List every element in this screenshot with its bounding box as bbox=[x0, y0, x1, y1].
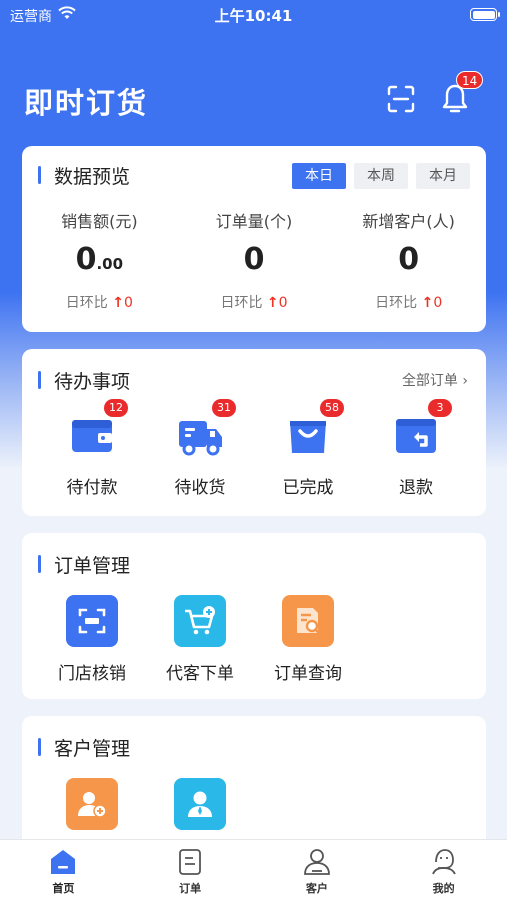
todo-label: 退款 bbox=[399, 478, 433, 498]
count-badge: 58 bbox=[320, 399, 344, 417]
todo-label: 已完成 bbox=[282, 478, 334, 498]
stat-new-customers: 新增客户(人) 0 日环比 ↑0 bbox=[331, 208, 486, 312]
arrow-up-icon: ↑ bbox=[266, 295, 279, 311]
tab-label: 我的 bbox=[432, 882, 455, 895]
todo-pending-receipt[interactable]: 31 待收货 bbox=[146, 399, 254, 498]
customer-list-button[interactable] bbox=[146, 778, 254, 830]
stat-label: 订单量(个) bbox=[215, 212, 293, 231]
add-customer-icon bbox=[66, 778, 118, 830]
stat-ratio: 日环比 ↑0 bbox=[375, 295, 443, 311]
stat-label: 销售额(元) bbox=[61, 212, 138, 231]
tab-home[interactable]: 首页 bbox=[0, 840, 127, 900]
arrow-up-icon: ↑ bbox=[421, 295, 434, 311]
todo-label: 待付款 bbox=[66, 478, 118, 498]
todo-completed[interactable]: 58 已完成 bbox=[254, 399, 362, 498]
tab-label: 首页 bbox=[52, 882, 75, 895]
todo-label: 待收货 bbox=[174, 478, 226, 498]
all-orders-link[interactable]: 全部订单 › bbox=[402, 370, 468, 390]
order-mgmt-label: 代客下单 bbox=[166, 664, 234, 684]
cart-add-icon bbox=[174, 595, 226, 647]
stat-value: 0.00 bbox=[75, 242, 124, 277]
count-badge: 31 bbox=[212, 399, 236, 417]
todo-title: 待办事项 bbox=[38, 367, 130, 394]
stat-value: 0 bbox=[243, 242, 265, 277]
notification-badge: 14 bbox=[456, 71, 484, 89]
order-management-card: 订单管理 门店核销 代客下单 订单查询 bbox=[22, 533, 486, 699]
order-query-button[interactable]: 订单查询 bbox=[254, 595, 362, 684]
refund-icon: 3 bbox=[392, 399, 452, 459]
customer-list-icon bbox=[174, 778, 226, 830]
add-customer-button[interactable] bbox=[38, 778, 146, 830]
todo-card: 待办事项 全部订单 › 12 待付款 31 待收货 58 已完成 3 退款 bbox=[22, 349, 486, 516]
tab-this-month[interactable]: 本月 bbox=[416, 163, 470, 189]
tab-label: 订单 bbox=[179, 882, 202, 895]
overview-title: 数据预览 bbox=[38, 162, 130, 189]
place-order-for-customer-button[interactable]: 代客下单 bbox=[146, 595, 254, 684]
bottom-tab-bar: 首页 订单 客户 我的 bbox=[0, 839, 507, 900]
profile-icon bbox=[429, 848, 459, 876]
cust-mgmt-title: 客户管理 bbox=[38, 734, 130, 761]
status-bar: 运营商 上午10:41 bbox=[0, 0, 507, 28]
todo-refund[interactable]: 3 退款 bbox=[362, 399, 470, 498]
period-tabs: 本日 本周 本月 bbox=[292, 163, 470, 189]
order-mgmt-title: 订单管理 bbox=[38, 551, 130, 578]
store-verify-button[interactable]: 门店核销 bbox=[38, 595, 146, 684]
count-badge: 3 bbox=[428, 399, 452, 417]
count-badge: 12 bbox=[104, 399, 128, 417]
chevron-right-icon: › bbox=[462, 373, 468, 389]
truck-icon: 31 bbox=[176, 399, 236, 459]
scan-icon[interactable] bbox=[386, 84, 416, 114]
clock: 上午10:41 bbox=[214, 7, 293, 25]
todo-pending-payment[interactable]: 12 待付款 bbox=[38, 399, 146, 498]
tab-this-week[interactable]: 本周 bbox=[354, 163, 408, 189]
scan-verify-icon bbox=[66, 595, 118, 647]
customer-icon bbox=[302, 848, 332, 876]
document-search-icon bbox=[282, 595, 334, 647]
stat-ratio: 日环比 ↑0 bbox=[65, 295, 133, 311]
home-icon bbox=[48, 848, 78, 876]
order-mgmt-label: 订单查询 bbox=[274, 664, 342, 684]
tab-customers[interactable]: 客户 bbox=[254, 840, 381, 900]
stat-value: 0 bbox=[398, 242, 420, 277]
tab-today[interactable]: 本日 bbox=[292, 163, 346, 189]
stat-sales: 销售额(元) 0.00 日环比 ↑0 bbox=[22, 208, 177, 312]
shopping-bag-icon: 58 bbox=[284, 399, 344, 459]
tab-profile[interactable]: 我的 bbox=[380, 840, 507, 900]
order-mgmt-grid: 门店核销 代客下单 订单查询 bbox=[38, 595, 362, 684]
order-mgmt-label: 门店核销 bbox=[58, 664, 126, 684]
stat-ratio: 日环比 ↑0 bbox=[220, 295, 288, 311]
cust-mgmt-grid bbox=[38, 778, 254, 830]
stats-row: 销售额(元) 0.00 日环比 ↑0 订单量(个) 0 日环比 ↑0 新增客户(… bbox=[22, 208, 486, 312]
data-overview-card: 数据预览 本日 本周 本月 销售额(元) 0.00 日环比 ↑0 订单量(个) … bbox=[22, 146, 486, 332]
wallet-icon: 12 bbox=[68, 399, 128, 459]
battery-icon bbox=[470, 8, 500, 21]
stat-orders: 订单量(个) 0 日环比 ↑0 bbox=[177, 208, 332, 312]
tab-label: 客户 bbox=[305, 882, 328, 895]
todo-grid: 12 待付款 31 待收货 58 已完成 3 退款 bbox=[22, 399, 486, 498]
arrow-up-icon: ↑ bbox=[112, 295, 124, 311]
tab-orders[interactable]: 订单 bbox=[127, 840, 254, 900]
page-title: 即时订货 bbox=[24, 86, 149, 120]
stat-label: 新增客户(人) bbox=[362, 212, 455, 231]
order-icon bbox=[175, 848, 205, 876]
